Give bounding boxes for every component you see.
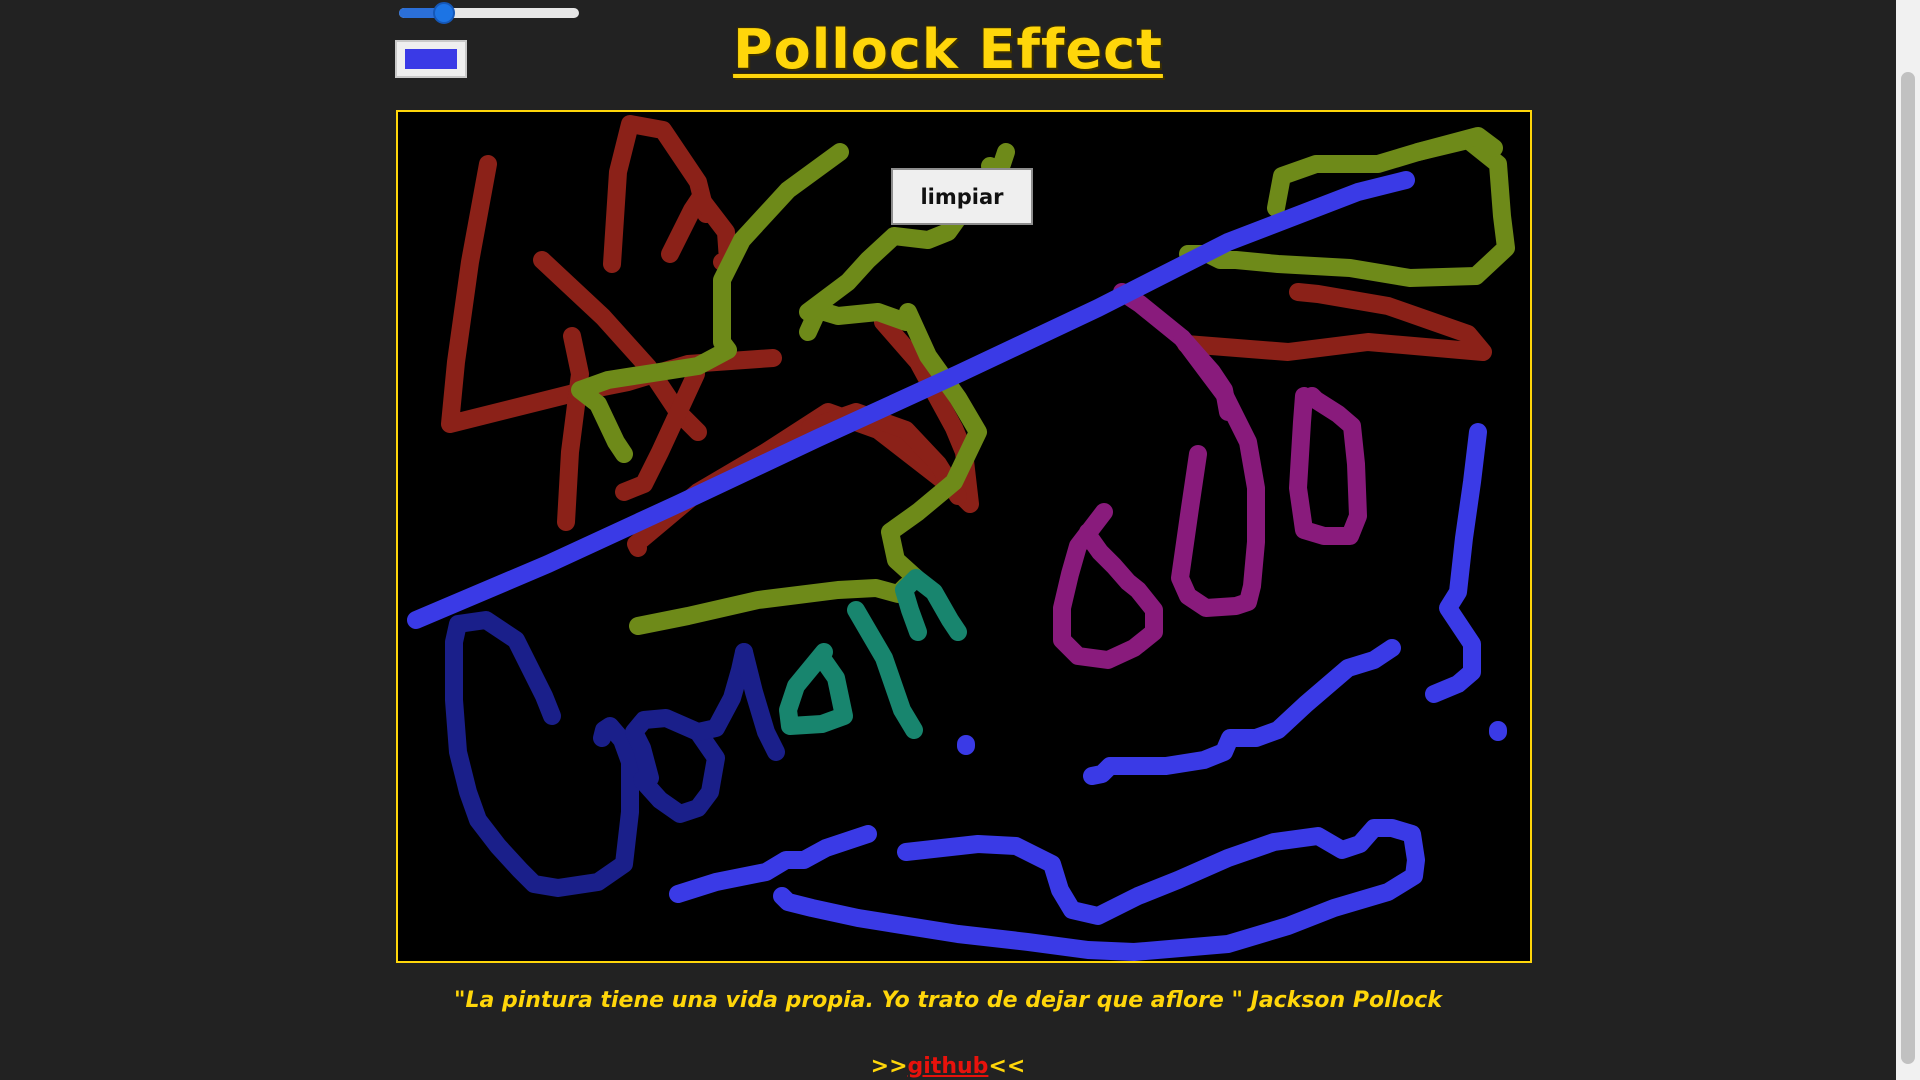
footer-prefix: >> [870,1054,908,1079]
teal-stroke [779,643,853,735]
navy-strokes [445,611,785,897]
paint-canvas[interactable]: limpiar [396,110,1532,963]
purple-stroke [1171,329,1265,617]
purple-stroke [1289,387,1367,545]
green-stroke [1179,131,1515,287]
red-stroke [557,327,589,531]
github-link[interactable]: github [908,1054,989,1079]
teal-stroke [847,601,923,739]
quote: "La pintura tiene una vida propia. Yo tr… [454,988,1442,1013]
clear-button[interactable]: limpiar [891,168,1033,225]
footer: >>github<< [0,1054,1896,1079]
page-title: Pollock Effect [733,18,1163,81]
blue-stroke [669,825,877,903]
red-stroke [661,189,737,271]
footer-suffix: << [988,1054,1026,1079]
navy-stroke [689,643,753,741]
navy-stroke [445,611,639,897]
blue-stroke [1425,423,1487,703]
purple-stroke [1053,503,1163,669]
navy-stroke [735,643,785,761]
green-stroke [1409,127,1503,161]
red-stroke [1177,283,1492,361]
scrollbar-thumb[interactable] [1901,72,1915,1064]
teal-stroke [895,569,967,641]
brush-size-slider[interactable] [397,2,581,24]
page-scrollbar[interactable] [1896,0,1920,1080]
page: Pollock Effect limpiar "La pintura tiene… [0,0,1920,1080]
blue-stroke [1083,639,1401,785]
blue-stroke [773,819,1425,961]
canvas-drawing [407,115,1515,961]
